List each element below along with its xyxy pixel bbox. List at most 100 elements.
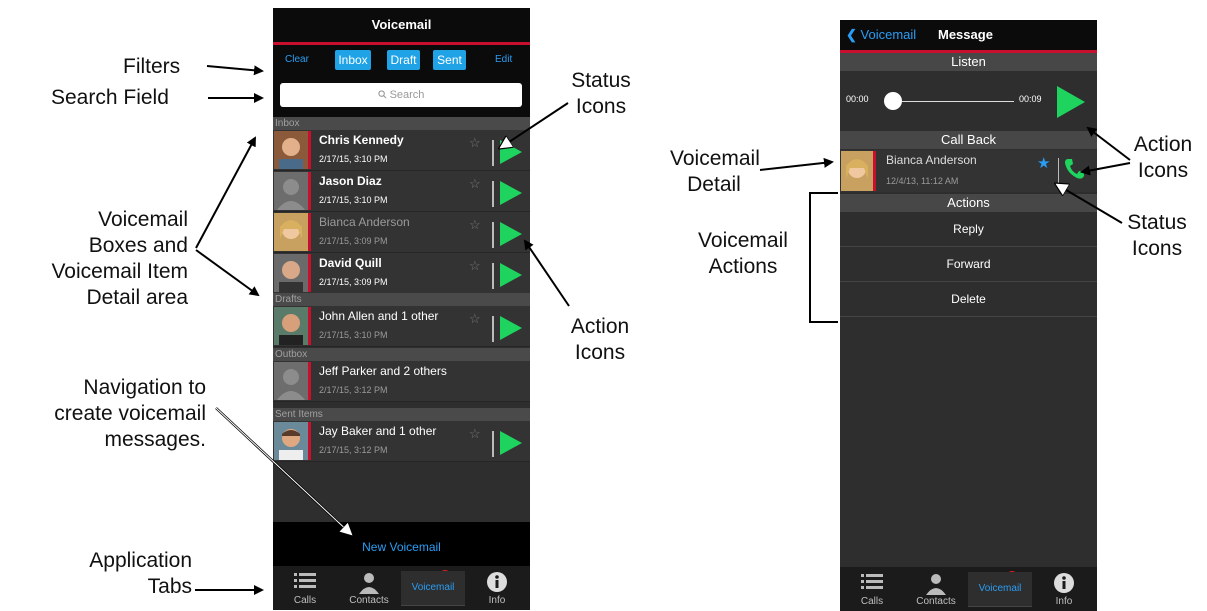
list-icon bbox=[861, 574, 883, 589]
section-inbox: Inbox bbox=[273, 117, 530, 130]
tab-label: Calls bbox=[860, 596, 884, 607]
star-icon[interactable]: ☆ bbox=[469, 311, 481, 327]
voicemail-detail-row: Bianca Anderson 12/4/13, 11:12 AM ★ bbox=[840, 150, 1097, 192]
avatar bbox=[274, 362, 311, 400]
tab-bar: Calls Contacts 3 Voicemail Info bbox=[840, 567, 1097, 611]
screen-title: Message bbox=[938, 27, 993, 42]
timestamp: 2/17/15, 3:12 PM bbox=[319, 445, 388, 455]
star-icon[interactable]: ☆ bbox=[469, 135, 481, 151]
tab-voicemail[interactable]: 3 Voicemail bbox=[401, 566, 465, 610]
star-icon[interactable]: ☆ bbox=[469, 426, 481, 442]
edit-button[interactable]: Edit bbox=[495, 54, 512, 65]
tab-voicemail[interactable]: 3 Voicemail bbox=[968, 567, 1032, 611]
listen-header: Listen bbox=[840, 53, 1097, 71]
list-item[interactable]: Jeff Parker and 2 others 2/17/15, 3:12 P… bbox=[273, 361, 530, 402]
label-voicemail-actions: Voicemail Actions bbox=[698, 229, 788, 278]
label-status-icons-left: Status Icons bbox=[571, 69, 631, 118]
contact-name: Bianca Anderson bbox=[886, 153, 977, 167]
contact-name: David Quill bbox=[319, 256, 382, 270]
section-outbox: Outbox bbox=[273, 348, 530, 361]
label-status-icons-right: Status Icons bbox=[1127, 211, 1187, 260]
arrow-boxes-top bbox=[195, 136, 256, 249]
chevron-left-icon: ❮ bbox=[846, 27, 857, 42]
new-voicemail-bar: New Voicemail bbox=[273, 522, 530, 566]
avatar bbox=[274, 131, 311, 169]
tab-info[interactable]: Info bbox=[465, 566, 529, 610]
list-item[interactable]: Jason Diaz 2/17/15, 3:10 PM ☆ bbox=[273, 171, 530, 212]
arrow-filters bbox=[206, 65, 264, 76]
tab-label: Voicemail bbox=[968, 572, 1032, 607]
arrow-action-left bbox=[523, 239, 570, 307]
tab-info[interactable]: Info bbox=[1032, 567, 1096, 611]
contact-name: Jeff Parker and 2 others bbox=[319, 364, 447, 378]
star-icon[interactable]: ☆ bbox=[469, 217, 481, 233]
contact-name: John Allen and 1 other bbox=[319, 309, 439, 323]
new-voicemail-button[interactable]: New Voicemail bbox=[273, 540, 530, 554]
play-icon[interactable] bbox=[500, 181, 522, 205]
play-icon[interactable] bbox=[500, 222, 522, 246]
contact-name: Chris Kennedy bbox=[319, 133, 404, 147]
avatar bbox=[274, 172, 311, 210]
avatar bbox=[274, 254, 311, 292]
delete-button[interactable]: Delete bbox=[840, 282, 1097, 317]
sent-filter-button[interactable]: Sent bbox=[433, 50, 466, 70]
timestamp: 2/17/15, 3:10 PM bbox=[319, 330, 388, 340]
tab-contacts[interactable]: Contacts bbox=[904, 567, 968, 611]
tab-calls[interactable]: Calls bbox=[273, 566, 337, 610]
list-item[interactable]: Jay Baker and 1 other 2/17/15, 3:12 PM ☆ bbox=[273, 421, 530, 462]
nav-bar: ❮ Voicemail Message bbox=[840, 20, 1097, 53]
play-icon[interactable] bbox=[500, 263, 522, 287]
play-icon[interactable] bbox=[500, 431, 522, 455]
phone-icon[interactable] bbox=[1064, 158, 1084, 180]
back-label: Voicemail bbox=[860, 27, 917, 42]
voicemail-list-screen: Voicemail Clear Inbox Draft Sent Edit Se… bbox=[273, 8, 530, 610]
search-input[interactable]: Search bbox=[280, 83, 522, 107]
tab-label: Info bbox=[488, 595, 506, 606]
arrow-voicemail-detail bbox=[759, 157, 834, 171]
timestamp: 2/17/15, 3:10 PM bbox=[319, 154, 388, 164]
tab-label: Info bbox=[1055, 596, 1073, 607]
label-action-icons-left: Action Icons bbox=[570, 315, 630, 364]
list-item[interactable]: John Allen and 1 other 2/17/15, 3:10 PM … bbox=[273, 306, 530, 347]
tab-label: Contacts bbox=[349, 595, 389, 606]
list-item[interactable]: David Quill 2/17/15, 3:09 PM ☆ bbox=[273, 253, 530, 294]
list-item[interactable]: Bianca Anderson 2/17/15, 3:09 PM ☆ bbox=[273, 212, 530, 253]
list-icon bbox=[294, 573, 316, 588]
inbox-filter-button[interactable]: Inbox bbox=[335, 50, 371, 70]
divider bbox=[492, 181, 494, 207]
person-icon bbox=[926, 574, 946, 595]
screen-title: Voicemail bbox=[273, 8, 530, 45]
star-icon[interactable]: ☆ bbox=[469, 258, 481, 274]
timestamp: 2/17/15, 3:09 PM bbox=[319, 236, 388, 246]
actions-header: Actions bbox=[840, 194, 1097, 212]
info-icon bbox=[1054, 573, 1074, 593]
tab-bar: Calls Contacts 3 Voicemail Info bbox=[273, 566, 530, 610]
progress-track bbox=[902, 101, 1014, 102]
play-icon[interactable] bbox=[500, 140, 522, 164]
section-sent-items: Sent Items bbox=[273, 408, 530, 421]
clear-button[interactable]: Clear bbox=[285, 54, 309, 65]
audio-player: 00:00 00:09 bbox=[840, 74, 1097, 130]
avatar bbox=[274, 307, 311, 345]
divider bbox=[492, 263, 494, 289]
avatar bbox=[841, 151, 876, 191]
tab-calls[interactable]: Calls bbox=[840, 567, 904, 611]
progress-slider[interactable] bbox=[884, 92, 902, 110]
play-icon[interactable] bbox=[1057, 86, 1085, 118]
contact-name: Bianca Anderson bbox=[319, 215, 410, 229]
star-icon[interactable]: ★ bbox=[1037, 154, 1050, 172]
star-icon[interactable]: ☆ bbox=[469, 176, 481, 192]
list-item[interactable]: Chris Kennedy 2/17/15, 3:10 PM ☆ bbox=[273, 130, 530, 171]
total-time: 00:09 bbox=[1019, 94, 1042, 104]
divider bbox=[492, 222, 494, 248]
forward-button[interactable]: Forward bbox=[840, 247, 1097, 282]
back-button[interactable]: ❮ Voicemail bbox=[846, 27, 916, 43]
divider bbox=[492, 316, 494, 342]
reply-button[interactable]: Reply bbox=[840, 212, 1097, 247]
bracket-voicemail-actions bbox=[809, 192, 838, 323]
play-icon[interactable] bbox=[500, 316, 522, 340]
label-action-icons-right: Action Icons bbox=[1133, 133, 1193, 182]
tab-contacts[interactable]: Contacts bbox=[337, 566, 401, 610]
draft-filter-button[interactable]: Draft bbox=[387, 50, 420, 70]
call-back-header: Call Back bbox=[840, 131, 1097, 149]
